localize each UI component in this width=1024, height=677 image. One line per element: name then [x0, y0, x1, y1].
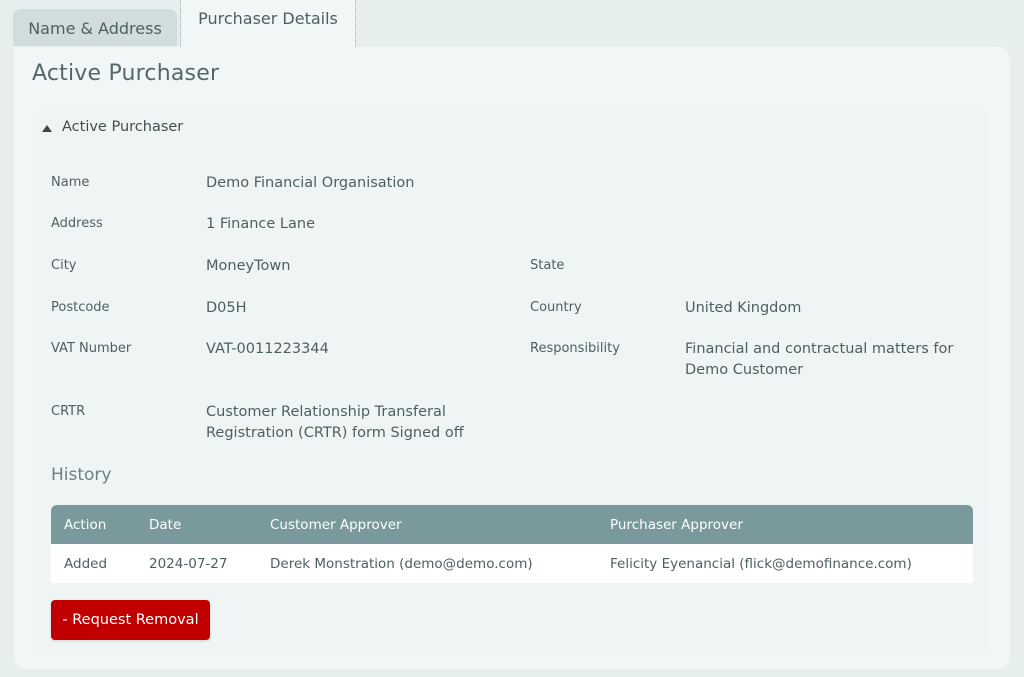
- responsibility-label: Responsibility: [530, 341, 620, 356]
- postcode-label: Postcode: [51, 300, 110, 315]
- vat-number-value: VAT-0011223344: [206, 341, 329, 357]
- column-header-purchaser-approver: Purchaser Approver: [610, 516, 743, 533]
- main-panel: Active Purchaser Active Purchaser Name D…: [14, 47, 1010, 669]
- column-header-customer-approver: Customer Approver: [270, 516, 402, 533]
- responsibility-value-line1: Financial and contractual matters for: [685, 341, 954, 357]
- crtr-label: CRTR: [51, 404, 86, 419]
- column-header-date: Date: [149, 516, 182, 533]
- crtr-value: Customer Relationship Transferal Registr…: [206, 402, 464, 444]
- table-row: Added 2024-07-27 Derek Monstration (demo…: [51, 544, 973, 583]
- address-label: Address: [51, 216, 103, 231]
- cell-action: Added: [51, 544, 136, 583]
- history-table: Action Date Customer Approver Purchaser …: [51, 505, 973, 583]
- tab-purchaser-details[interactable]: Purchaser Details: [180, 0, 356, 47]
- cell-purchaser-approver: Felicity Eyenancial (flick@demofinance.c…: [597, 544, 973, 583]
- postcode-value: D05H: [206, 300, 247, 316]
- country-value: United Kingdom: [685, 300, 802, 316]
- tab-bar: Name & Address Purchaser Details: [0, 0, 1024, 48]
- country-label: Country: [530, 300, 582, 315]
- request-removal-button[interactable]: - Request Removal: [51, 600, 210, 640]
- city-label: City: [51, 258, 77, 273]
- crtr-value-line1: Customer Relationship Transferal: [206, 404, 446, 420]
- crtr-value-line2: Registration (CRTR) form Signed off: [206, 425, 464, 441]
- responsibility-value: Financial and contractual matters for De…: [685, 339, 953, 381]
- state-label: State: [530, 258, 565, 273]
- responsibility-value-line2: Demo Customer: [685, 362, 804, 378]
- active-purchaser-section: Active Purchaser Name Demo Financial Org…: [32, 110, 991, 656]
- collapse-triangle-icon: [42, 124, 52, 132]
- name-label: Name: [51, 175, 90, 190]
- cell-date: 2024-07-27: [136, 544, 257, 583]
- name-value: Demo Financial Organisation: [206, 175, 415, 191]
- history-title: History: [51, 465, 112, 485]
- city-value: MoneyTown: [206, 258, 291, 274]
- section-toggle[interactable]: Active Purchaser: [42, 116, 183, 138]
- tab-name-address[interactable]: Name & Address: [13, 9, 177, 46]
- address-value: 1 Finance Lane: [206, 216, 315, 232]
- page-title: Active Purchaser: [32, 61, 220, 86]
- cell-customer-approver: Derek Monstration (demo@demo.com): [257, 544, 597, 583]
- vat-number-label: VAT Number: [51, 341, 132, 356]
- column-header-action: Action: [64, 516, 107, 533]
- section-title: Active Purchaser: [62, 119, 184, 135]
- history-header-row: Action Date Customer Approver Purchaser …: [51, 505, 973, 544]
